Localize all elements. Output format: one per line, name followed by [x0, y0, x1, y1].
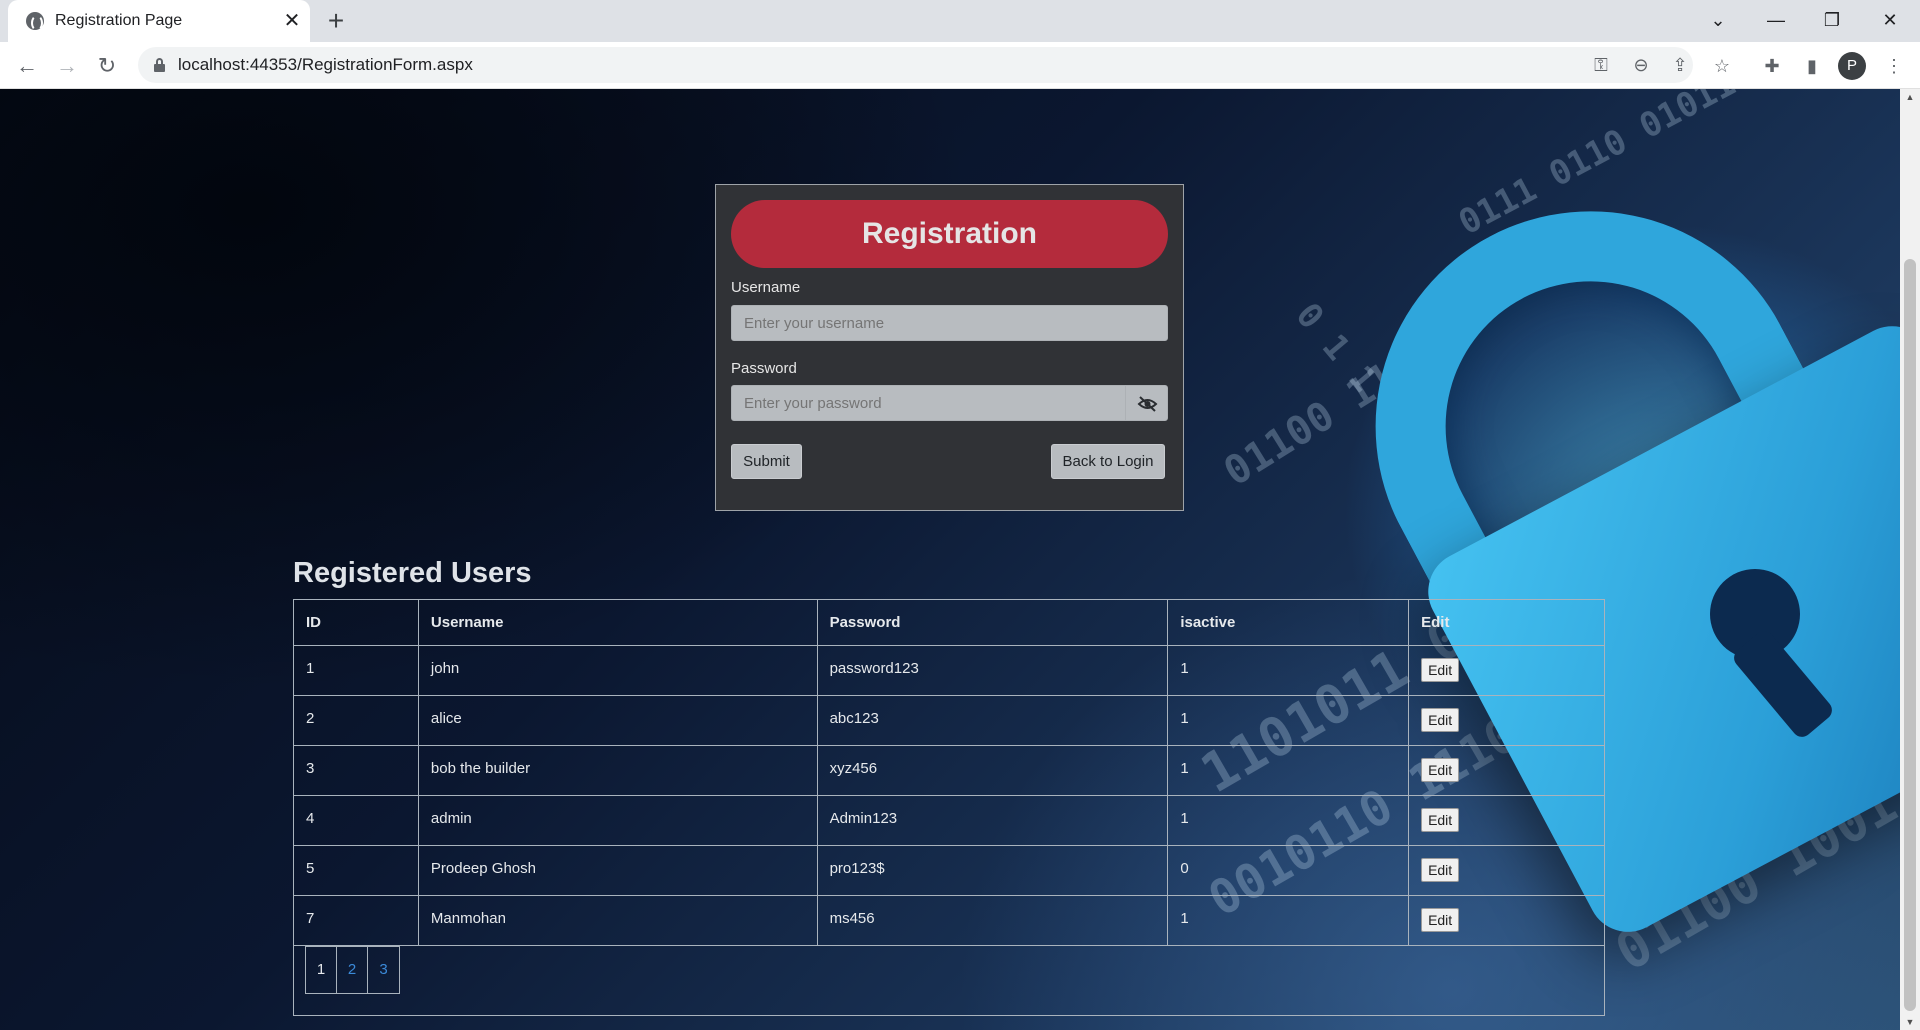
reload-icon[interactable]: ↻	[91, 50, 123, 82]
cell-isactive: 1	[1167, 745, 1410, 796]
globe-icon	[26, 12, 44, 31]
url-text[interactable]: localhost:44353/RegistrationForm.aspx	[178, 55, 473, 75]
username-label: Username	[731, 279, 801, 296]
table-row: 7 Manmohan ms456 1 Edit	[293, 895, 1605, 946]
cell-id: 4	[293, 795, 419, 846]
cell-password: abc123	[816, 695, 1169, 746]
extensions-icon[interactable]: ✚	[1756, 50, 1788, 82]
browser-tab-strip: Registration Page ✕ + ⌄ — ❐ ✕	[0, 0, 1920, 42]
cell-edit: Edit	[1408, 845, 1605, 896]
table-row: 4 admin Admin123 1 Edit	[293, 795, 1605, 846]
cell-username: john	[417, 645, 818, 696]
forward-icon[interactable]: →	[51, 50, 83, 82]
edit-button[interactable]: Edit	[1421, 758, 1460, 782]
cell-username: bob the builder	[417, 745, 818, 796]
page-1-current: 1	[306, 947, 337, 993]
table-row: 1 john password123 1 Edit	[293, 645, 1605, 696]
registered-users-title: Registered Users	[293, 557, 532, 589]
column-header-username: Username	[417, 599, 818, 646]
cell-password: pro123$	[816, 845, 1169, 896]
cell-id: 2	[293, 695, 419, 746]
cell-edit: Edit	[1408, 745, 1605, 796]
minimize-icon[interactable]: —	[1748, 0, 1804, 40]
browser-tab[interactable]: Registration Page ✕	[8, 0, 310, 42]
lock-icon[interactable]	[154, 58, 165, 72]
browser-toolbar: ← → ↻ localhost:44353/RegistrationForm.a…	[0, 42, 1920, 89]
table-header-row: ID Username Password isactive Edit	[293, 599, 1605, 646]
toggle-password-visibility-button[interactable]	[1125, 385, 1168, 421]
column-header-id: ID	[293, 599, 419, 646]
address-bar[interactable]: localhost:44353/RegistrationForm.aspx ⚿ …	[138, 47, 1693, 83]
scroll-up-arrow-icon[interactable]: ▲	[1900, 89, 1920, 105]
back-icon[interactable]: ←	[11, 50, 43, 82]
page-viewport: 0111 0110 01011011 01100 1100 1101011 01…	[0, 89, 1920, 1030]
submit-button[interactable]: Submit	[731, 444, 802, 479]
cell-username: alice	[417, 695, 818, 746]
password-label: Password	[731, 360, 797, 377]
cell-id: 7	[293, 895, 419, 946]
edit-button[interactable]: Edit	[1421, 908, 1460, 932]
edit-button[interactable]: Edit	[1421, 708, 1460, 732]
cell-username: Manmohan	[417, 895, 818, 946]
zoom-icon[interactable]: ⊖	[1626, 50, 1656, 80]
username-input[interactable]	[731, 305, 1168, 341]
column-header-isactive: isactive	[1167, 599, 1410, 646]
menu-kebab-icon[interactable]: ⋮	[1878, 50, 1910, 82]
close-tab-icon[interactable]: ✕	[280, 9, 304, 33]
share-icon[interactable]: ⇪	[1665, 50, 1695, 80]
column-header-edit: Edit	[1408, 599, 1605, 646]
scroll-down-arrow-icon[interactable]: ▼	[1900, 1014, 1920, 1030]
close-window-icon[interactable]: ✕	[1862, 0, 1918, 40]
cell-username: admin	[417, 795, 818, 846]
edit-button[interactable]: Edit	[1421, 808, 1460, 832]
cell-edit: Edit	[1408, 695, 1605, 746]
users-table: ID Username Password isactive Edit 1 joh…	[293, 599, 1605, 946]
table-row: 5 Prodeep Ghosh pro123$ 0 Edit	[293, 845, 1605, 896]
cell-password: xyz456	[816, 745, 1169, 796]
edit-button[interactable]: Edit	[1421, 858, 1460, 882]
cell-password: Admin123	[816, 795, 1169, 846]
cell-id: 3	[293, 745, 419, 796]
cell-isactive: 1	[1167, 645, 1410, 696]
cell-password: ms456	[816, 895, 1169, 946]
new-tab-icon[interactable]: +	[322, 7, 350, 35]
scrollbar-thumb[interactable]	[1904, 259, 1916, 1011]
registration-card: Registration Username Password Submit Ba…	[715, 184, 1184, 511]
back-to-login-button[interactable]: Back to Login	[1051, 444, 1165, 479]
cell-edit: Edit	[1408, 895, 1605, 946]
cell-isactive: 1	[1167, 695, 1410, 746]
cell-username: Prodeep Ghosh	[417, 845, 818, 896]
cell-isactive: 1	[1167, 795, 1410, 846]
table-row: 3 bob the builder xyz456 1 Edit	[293, 745, 1605, 796]
tab-title: Registration Page	[55, 12, 183, 29]
cell-isactive: 0	[1167, 845, 1410, 896]
password-input[interactable]	[731, 385, 1126, 421]
restore-icon[interactable]: ❐	[1804, 0, 1860, 40]
cell-password: password123	[816, 645, 1169, 696]
eye-slash-icon	[1137, 396, 1158, 412]
bookmark-star-icon[interactable]: ☆	[1706, 50, 1738, 82]
page-3-link[interactable]: 3	[368, 947, 399, 993]
table-row: 2 alice abc123 1 Edit	[293, 695, 1605, 746]
cell-id: 1	[293, 645, 419, 696]
column-header-password: Password	[816, 599, 1169, 646]
users-grid: ID Username Password isactive Edit 1 joh…	[293, 599, 1605, 1016]
key-icon[interactable]: ⚿	[1586, 50, 1616, 80]
cell-isactive: 1	[1167, 895, 1410, 946]
pagination: 1 2 3	[305, 946, 400, 994]
cell-id: 5	[293, 845, 419, 896]
tab-search-icon[interactable]: ⌄	[1690, 0, 1746, 40]
edit-button[interactable]: Edit	[1421, 658, 1460, 682]
page-2-link[interactable]: 2	[337, 947, 368, 993]
profile-avatar[interactable]: P	[1838, 52, 1866, 80]
cell-edit: Edit	[1408, 795, 1605, 846]
page-scrollbar[interactable]: ▲ ▼	[1900, 89, 1920, 1030]
side-panel-icon[interactable]: ▮	[1796, 50, 1828, 82]
registration-title: Registration	[731, 200, 1168, 268]
cell-edit: Edit	[1408, 645, 1605, 696]
